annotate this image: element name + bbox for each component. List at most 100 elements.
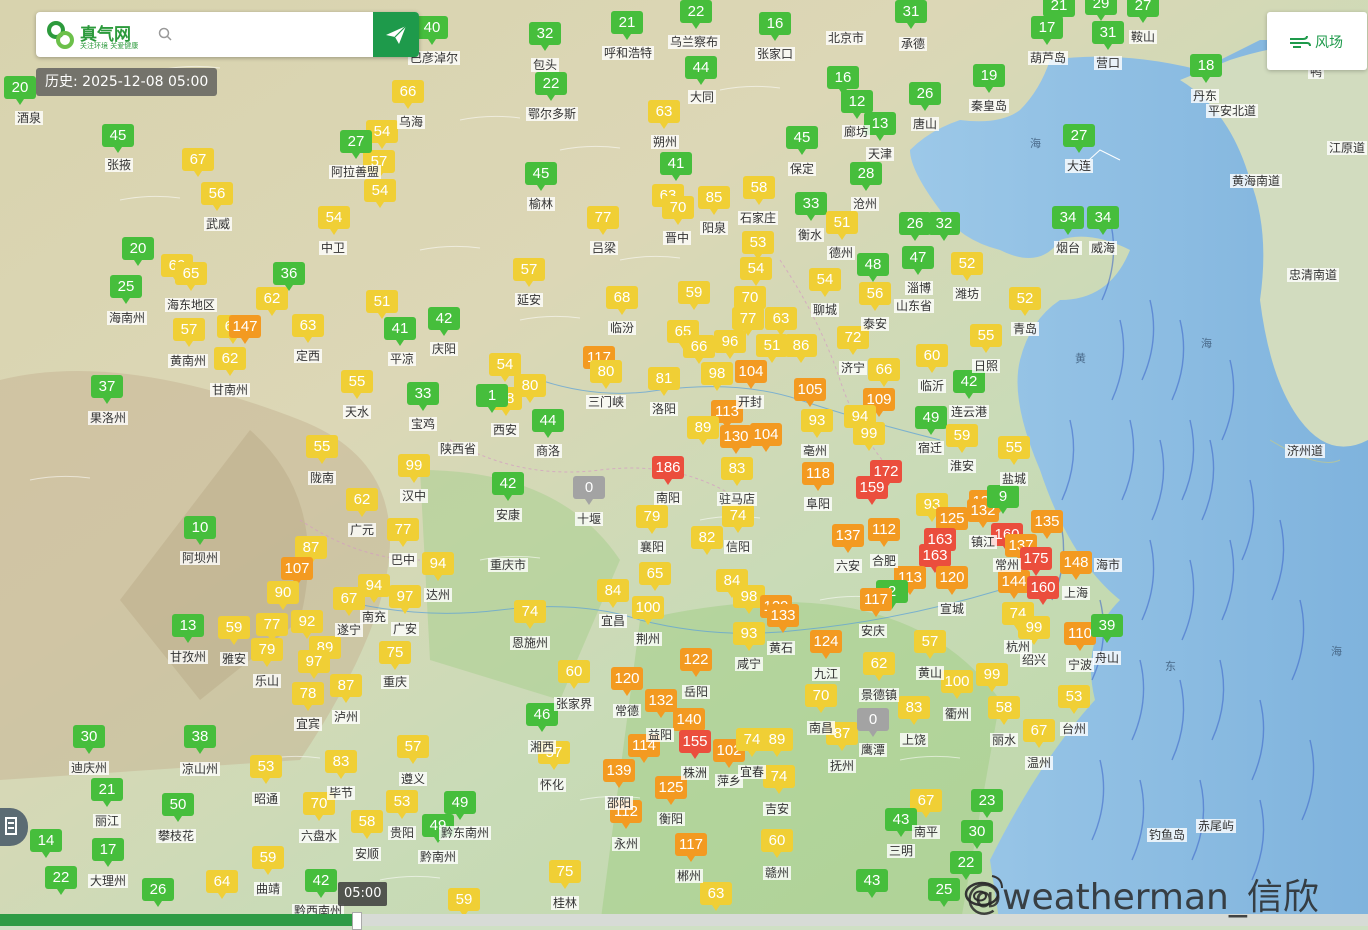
aqi-marker[interactable]: 9 (987, 485, 1019, 514)
aqi-marker[interactable]: 81 (648, 367, 680, 396)
aqi-marker[interactable]: 40 (416, 16, 448, 45)
aqi-marker[interactable]: 120 (936, 566, 968, 595)
aqi-marker[interactable]: 66 (683, 335, 715, 364)
aqi-marker[interactable]: 29 (1085, 0, 1117, 21)
aqi-marker[interactable]: 135 (1031, 510, 1063, 539)
aqi-marker[interactable]: 65 (639, 562, 671, 591)
aqi-marker[interactable]: 67 (182, 148, 214, 177)
aqi-marker[interactable]: 13 (172, 614, 204, 643)
aqi-marker[interactable]: 163 (919, 544, 951, 573)
aqi-marker[interactable]: 45 (525, 162, 557, 191)
aqi-marker[interactable]: 83 (898, 696, 930, 725)
aqi-marker[interactable]: 49 (444, 791, 476, 820)
aqi-marker[interactable]: 54 (809, 268, 841, 297)
aqi-marker[interactable]: 99 (853, 422, 885, 451)
aqi-marker[interactable]: 26 (142, 878, 174, 907)
aqi-marker[interactable]: 130 (720, 425, 752, 454)
aqi-marker[interactable]: 160 (1027, 576, 1059, 605)
aqi-marker[interactable]: 82 (691, 526, 723, 555)
aqi-marker[interactable]: 55 (306, 435, 338, 464)
aqi-marker[interactable]: 21 (1043, 0, 1075, 23)
aqi-marker[interactable]: 17 (1031, 16, 1063, 45)
aqi-marker[interactable]: 144 (998, 570, 1030, 599)
aqi-marker[interactable]: 54 (740, 257, 772, 286)
aqi-marker[interactable]: 100 (632, 596, 664, 625)
aqi-marker[interactable]: 32 (529, 22, 561, 51)
aqi-marker[interactable]: 55 (998, 436, 1030, 465)
aqi-marker[interactable]: 55 (341, 370, 373, 399)
aqi-marker[interactable]: 51 (826, 211, 858, 240)
aqi-marker[interactable]: 44 (532, 409, 564, 438)
aqi-marker[interactable]: 63 (700, 882, 732, 911)
aqi-marker[interactable]: 175 (1020, 547, 1052, 576)
aqi-marker[interactable]: 63 (292, 314, 324, 343)
aqi-marker[interactable]: 79 (251, 638, 283, 667)
aqi-marker[interactable]: 17 (92, 838, 124, 867)
aqi-marker[interactable]: 66 (868, 358, 900, 387)
aqi-marker[interactable]: 25 (110, 275, 142, 304)
aqi-marker[interactable]: 37 (91, 375, 123, 404)
aqi-marker[interactable]: 93 (733, 622, 765, 651)
aqi-marker[interactable]: 118 (802, 462, 834, 491)
aqi-marker[interactable]: 140 (673, 708, 705, 737)
aqi-marker[interactable]: 54 (318, 206, 350, 235)
aqi-marker[interactable]: 63 (648, 100, 680, 129)
aqi-marker[interactable]: 56 (201, 182, 233, 211)
aqi-marker[interactable]: 104 (735, 360, 767, 389)
aqi-marker[interactable]: 38 (184, 725, 216, 754)
timeline-handle[interactable] (351, 912, 362, 930)
aqi-marker[interactable]: 60 (761, 829, 793, 858)
aqi-marker[interactable]: 26 (909, 82, 941, 111)
aqi-marker[interactable]: 27 (340, 130, 372, 159)
aqi-marker[interactable]: 44 (685, 56, 717, 85)
aqi-marker[interactable]: 43 (856, 869, 888, 898)
aqi-marker[interactable]: 94 (422, 552, 454, 581)
aqi-marker[interactable]: 105 (794, 378, 826, 407)
brand-logo[interactable]: 真气网 关注环境 关爱健康 (46, 18, 156, 52)
aqi-marker[interactable]: 93 (801, 409, 833, 438)
aqi-marker[interactable]: 53 (250, 755, 282, 784)
aqi-marker[interactable]: 62 (256, 287, 288, 316)
aqi-marker[interactable]: 22 (535, 72, 567, 101)
aqi-marker[interactable]: 10 (184, 516, 216, 545)
aqi-marker[interactable]: 68 (606, 286, 638, 315)
aqi-marker[interactable]: 89 (761, 728, 793, 757)
aqi-marker[interactable]: 70 (805, 684, 837, 713)
aqi-marker[interactable]: 86 (785, 334, 817, 363)
aqi-marker[interactable]: 57 (173, 318, 205, 347)
aqi-marker[interactable]: 77 (587, 206, 619, 235)
aqi-marker[interactable]: 45 (102, 124, 134, 153)
aqi-marker[interactable]: 132 (645, 689, 677, 718)
aqi-marker[interactable]: 59 (448, 888, 480, 917)
aqi-marker[interactable]: 27 (1127, 0, 1159, 23)
aqi-marker[interactable]: 77 (256, 613, 288, 642)
aqi-marker[interactable]: 30 (73, 725, 105, 754)
aqi-marker[interactable]: 112 (868, 518, 900, 547)
aqi-marker[interactable]: 77 (732, 307, 764, 336)
aqi-marker[interactable]: 104 (750, 423, 782, 452)
aqi-marker[interactable]: 54 (364, 179, 396, 208)
aqi-marker[interactable]: 99 (976, 663, 1008, 692)
aqi-marker[interactable]: 117 (675, 833, 707, 862)
search-input[interactable] (176, 22, 370, 48)
aqi-marker[interactable]: 28 (850, 162, 882, 191)
search-button[interactable] (373, 12, 419, 57)
map-canvas[interactable]: 20 45 67 56 54 54 57 54 27 40 66 32 22 21 22 16 31 21 29 27… (0, 0, 1368, 926)
aqi-marker[interactable]: 31 (1092, 21, 1124, 50)
aqi-marker[interactable]: 96 (714, 330, 746, 359)
aqi-marker[interactable]: 21 (91, 778, 123, 807)
aqi-marker[interactable]: 22 (680, 0, 712, 29)
aqi-marker[interactable]: 89 (687, 416, 719, 445)
aqi-marker[interactable]: 42 (305, 869, 337, 898)
aqi-marker[interactable]: 122 (680, 648, 712, 677)
aqi-marker[interactable]: 70 (662, 196, 694, 225)
aqi-marker[interactable]: 117 (860, 588, 892, 617)
aqi-marker[interactable]: 87 (295, 536, 327, 565)
aqi-marker[interactable]: 80 (590, 360, 622, 389)
aqi-marker[interactable]: 66 (392, 80, 424, 109)
side-tool-button[interactable] (0, 808, 28, 846)
aqi-marker[interactable]: 120 (611, 667, 643, 696)
aqi-marker[interactable]: 78 (292, 682, 324, 711)
aqi-marker[interactable]: 62 (346, 488, 378, 517)
aqi-marker[interactable]: 83 (721, 457, 753, 486)
